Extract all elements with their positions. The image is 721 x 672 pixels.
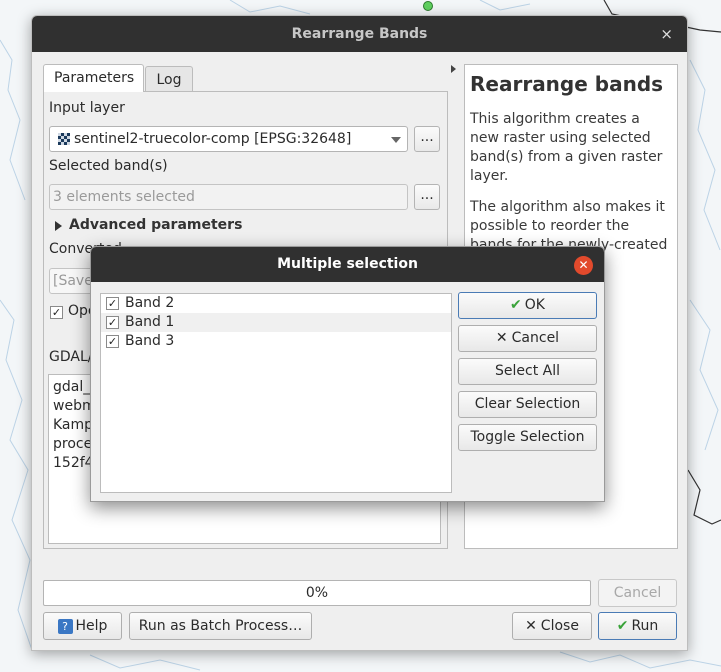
toggle-selection-button[interactable]: Toggle Selection (458, 424, 597, 451)
close-icon[interactable]: × (660, 16, 673, 52)
selected-bands-value: 3 elements selected (53, 189, 195, 205)
converted-output-placeholder: [Save (53, 273, 93, 289)
advanced-parameters-toggle[interactable]: Advanced parameters (69, 217, 242, 233)
multiple-selection-dialog: Multiple selection ✕ ✓ Band 2 ✓ Band 1 ✓… (90, 246, 605, 502)
cancel-button-label: Cancel (511, 330, 560, 346)
dialog-titlebar[interactable]: Rearrange Bands × (32, 16, 687, 52)
band-checkbox[interactable]: ✓ (106, 297, 119, 310)
cancel-run-button[interactable]: Cancel (598, 579, 677, 607)
tab-log[interactable]: Log (145, 66, 193, 92)
list-item[interactable]: ✓ Band 3 (101, 332, 451, 351)
help-button-label: Help (75, 618, 108, 634)
ok-button-label: OK (524, 297, 545, 313)
help-button[interactable]: ? Help (43, 612, 122, 640)
band-checkbox[interactable]: ✓ (106, 335, 119, 348)
band-label: Band 2 (125, 295, 175, 311)
progress-text: 0% (305, 585, 329, 601)
input-layer-value: sentinel2-truecolor-comp [EPSG:32648] (74, 131, 352, 147)
close-icon: ✕ (495, 330, 508, 346)
run-as-batch-button[interactable]: Run as Batch Process… (129, 612, 312, 640)
gdal-command-label: GDAL/ (49, 349, 93, 365)
ok-button[interactable]: ✔ OK (458, 292, 597, 319)
close-button[interactable]: ✕ Close (512, 612, 592, 640)
band-label: Band 3 (125, 333, 175, 349)
triangle-right-icon[interactable] (55, 221, 62, 231)
modal-title: Multiple selection (277, 256, 418, 272)
selected-bands-label: Selected band(s) (49, 158, 168, 174)
help-icon: ? (57, 618, 73, 634)
checkmark-icon: ✔ (510, 297, 522, 313)
selected-bands-browse-button[interactable]: ... (414, 184, 440, 210)
clear-selection-button[interactable]: Clear Selection (458, 391, 597, 418)
help-paragraph: This algorithm creates a new raster usin… (470, 111, 663, 184)
list-item[interactable]: ✓ Band 1 (101, 313, 451, 332)
raster-layer-icon (58, 133, 70, 145)
checkmark-icon: ✔ (616, 618, 629, 634)
dialog-title: Rearrange Bands (291, 26, 428, 42)
input-layer-label: Input layer (49, 100, 125, 116)
band-list: ✓ Band 2 ✓ Band 1 ✓ Band 3 (100, 293, 452, 493)
input-layer-combobox[interactable]: sentinel2-truecolor-comp [EPSG:32648] (49, 126, 408, 152)
chevron-down-icon (391, 137, 401, 143)
band-checkbox[interactable]: ✓ (106, 316, 119, 329)
close-icon[interactable]: ✕ (574, 256, 593, 275)
list-item[interactable]: ✓ Band 2 (101, 294, 451, 313)
close-icon: ✕ (525, 618, 537, 634)
modal-titlebar[interactable]: Multiple selection ✕ (91, 247, 604, 282)
band-label: Band 1 (125, 314, 175, 330)
open-output-checkbox[interactable]: ✓ (50, 306, 63, 319)
cancel-button[interactable]: ✕ Cancel (458, 325, 597, 352)
selected-bands-field: 3 elements selected (49, 184, 408, 210)
tab-parameters[interactable]: Parameters (43, 64, 144, 92)
collapse-help-panel-icon[interactable] (451, 65, 456, 73)
run-button[interactable]: ✔ Run (598, 612, 677, 640)
run-button-label: Run (631, 618, 659, 634)
help-title: Rearrange bands (470, 72, 664, 96)
select-all-button[interactable]: Select All (458, 358, 597, 385)
close-button-label: Close (540, 618, 579, 634)
progress-bar: 0% (43, 580, 591, 606)
input-layer-browse-button[interactable]: ... (414, 126, 440, 152)
